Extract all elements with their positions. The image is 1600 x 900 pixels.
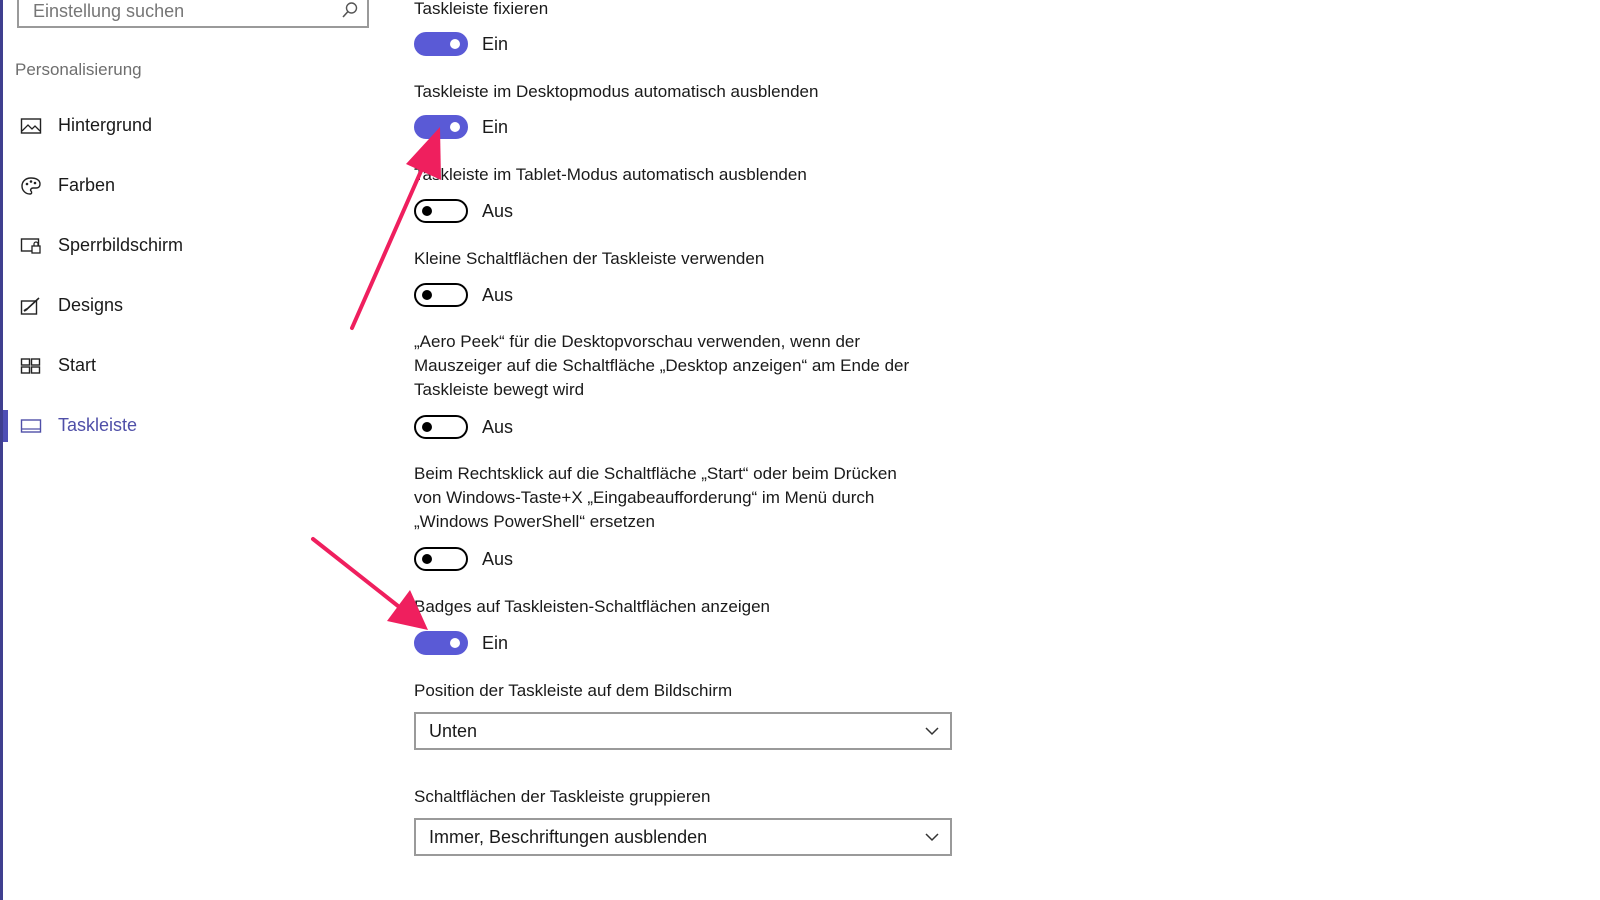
autohide-tablet-state: Aus — [482, 201, 514, 221]
sidebar-item-label: Taskleiste — [58, 415, 138, 435]
toggle-knob — [422, 554, 432, 564]
toggle-knob — [450, 638, 460, 648]
toggle-knob — [422, 422, 432, 432]
combine-label: Schaltflächen der Taskleiste gruppieren — [414, 787, 711, 806]
small-buttons-toggle[interactable] — [414, 283, 468, 307]
start-icon — [20, 358, 41, 374]
sidebar-item-label: Hintergrund — [58, 115, 153, 135]
small-buttons-label: Kleine Schaltflächen der Taskleiste verw… — [414, 249, 765, 268]
search-placeholder: Einstellung suchen — [33, 1, 185, 21]
badges-toggle[interactable] — [414, 631, 468, 655]
section-title: Personalisierung — [15, 60, 142, 79]
toggle-knob — [422, 290, 432, 300]
sidebar-item-sperrbildschirm[interactable]: Sperrbildschirm — [0, 224, 380, 268]
sidebar-item-taskleiste[interactable]: Taskleiste — [0, 404, 380, 448]
lock-taskbar-toggle[interactable] — [414, 32, 468, 56]
selected-indicator — [3, 410, 8, 442]
search-icon[interactable] — [341, 1, 359, 19]
image-icon — [20, 118, 42, 134]
lock-taskbar-state: Ein — [482, 34, 509, 54]
aero-peek-label-line: Taskleiste bewegt wird — [414, 380, 585, 399]
autohide-desktop-label: Taskleiste im Desktopmodus automatisch a… — [414, 82, 819, 101]
palette-icon — [21, 177, 41, 195]
small-buttons-state: Aus — [482, 285, 514, 305]
powershell-label-line: „Windows PowerShell“ ersetzen — [414, 512, 655, 531]
autohide-desktop-state: Ein — [482, 117, 509, 137]
sidebar-item-label: Sperrbildschirm — [58, 235, 184, 255]
badges-label: Badges auf Taskleisten-Schaltflächen anz… — [414, 597, 770, 616]
chevron-down-icon — [925, 833, 939, 842]
arrow-annotation — [311, 537, 428, 630]
aero-peek-label-line: Mauszeiger auf die Schaltfläche „Desktop… — [414, 356, 910, 375]
aero-peek-label-line: „Aero Peek“ für die Desktopvorschau verw… — [414, 332, 861, 351]
combine-value: Immer, Beschriftungen ausblenden — [429, 827, 708, 847]
powershell-toggle[interactable] — [414, 547, 468, 571]
position-dropdown[interactable]: Unten — [414, 712, 952, 750]
powershell-label-line: von Windows-Taste+X „Eingabeaufforderung… — [414, 488, 875, 507]
sidebar-item-start[interactable]: Start — [0, 344, 380, 388]
toggle-knob — [450, 122, 460, 132]
autohide-desktop-toggle[interactable] — [414, 115, 468, 139]
aero-peek-state: Aus — [482, 417, 514, 437]
lock-taskbar-label: Taskleiste fixieren — [414, 0, 549, 18]
aero-peek-label: „Aero Peek“ für die Desktopvorschau verw… — [414, 330, 954, 402]
badges-state: Ein — [482, 633, 509, 653]
position-value: Unten — [429, 721, 478, 741]
toggle-knob — [422, 206, 432, 216]
search-input[interactable]: Einstellung suchen — [17, 0, 369, 28]
powershell-label-line: Beim Rechtsklick auf die Schaltfläche „S… — [414, 464, 897, 483]
sidebar-item-hintergrund[interactable]: Hintergrund — [0, 104, 380, 148]
taskbar-icon — [20, 419, 42, 433]
sidebar-item-farben[interactable]: Farben — [0, 164, 380, 208]
autohide-tablet-toggle[interactable] — [414, 199, 468, 223]
chevron-down-icon — [925, 727, 939, 736]
autohide-tablet-label: Taskleiste im Tablet-Modus automatisch a… — [414, 165, 807, 184]
sidebar-item-designs[interactable]: Designs — [0, 284, 380, 328]
sidebar-item-label: Farben — [58, 175, 116, 195]
lockscreen-icon — [20, 238, 41, 254]
toggle-knob — [450, 39, 460, 49]
aero-peek-toggle[interactable] — [414, 415, 468, 439]
sidebar-item-label: Start — [58, 355, 97, 375]
powershell-label: Beim Rechtsklick auf die Schaltfläche „S… — [414, 462, 954, 534]
powershell-state: Aus — [482, 549, 514, 569]
sidebar-item-label: Designs — [58, 295, 124, 315]
position-label: Position der Taskleiste auf dem Bildschi… — [414, 681, 733, 700]
designs-icon — [20, 297, 40, 315]
combine-dropdown[interactable]: Immer, Beschriftungen ausblenden — [414, 818, 952, 856]
